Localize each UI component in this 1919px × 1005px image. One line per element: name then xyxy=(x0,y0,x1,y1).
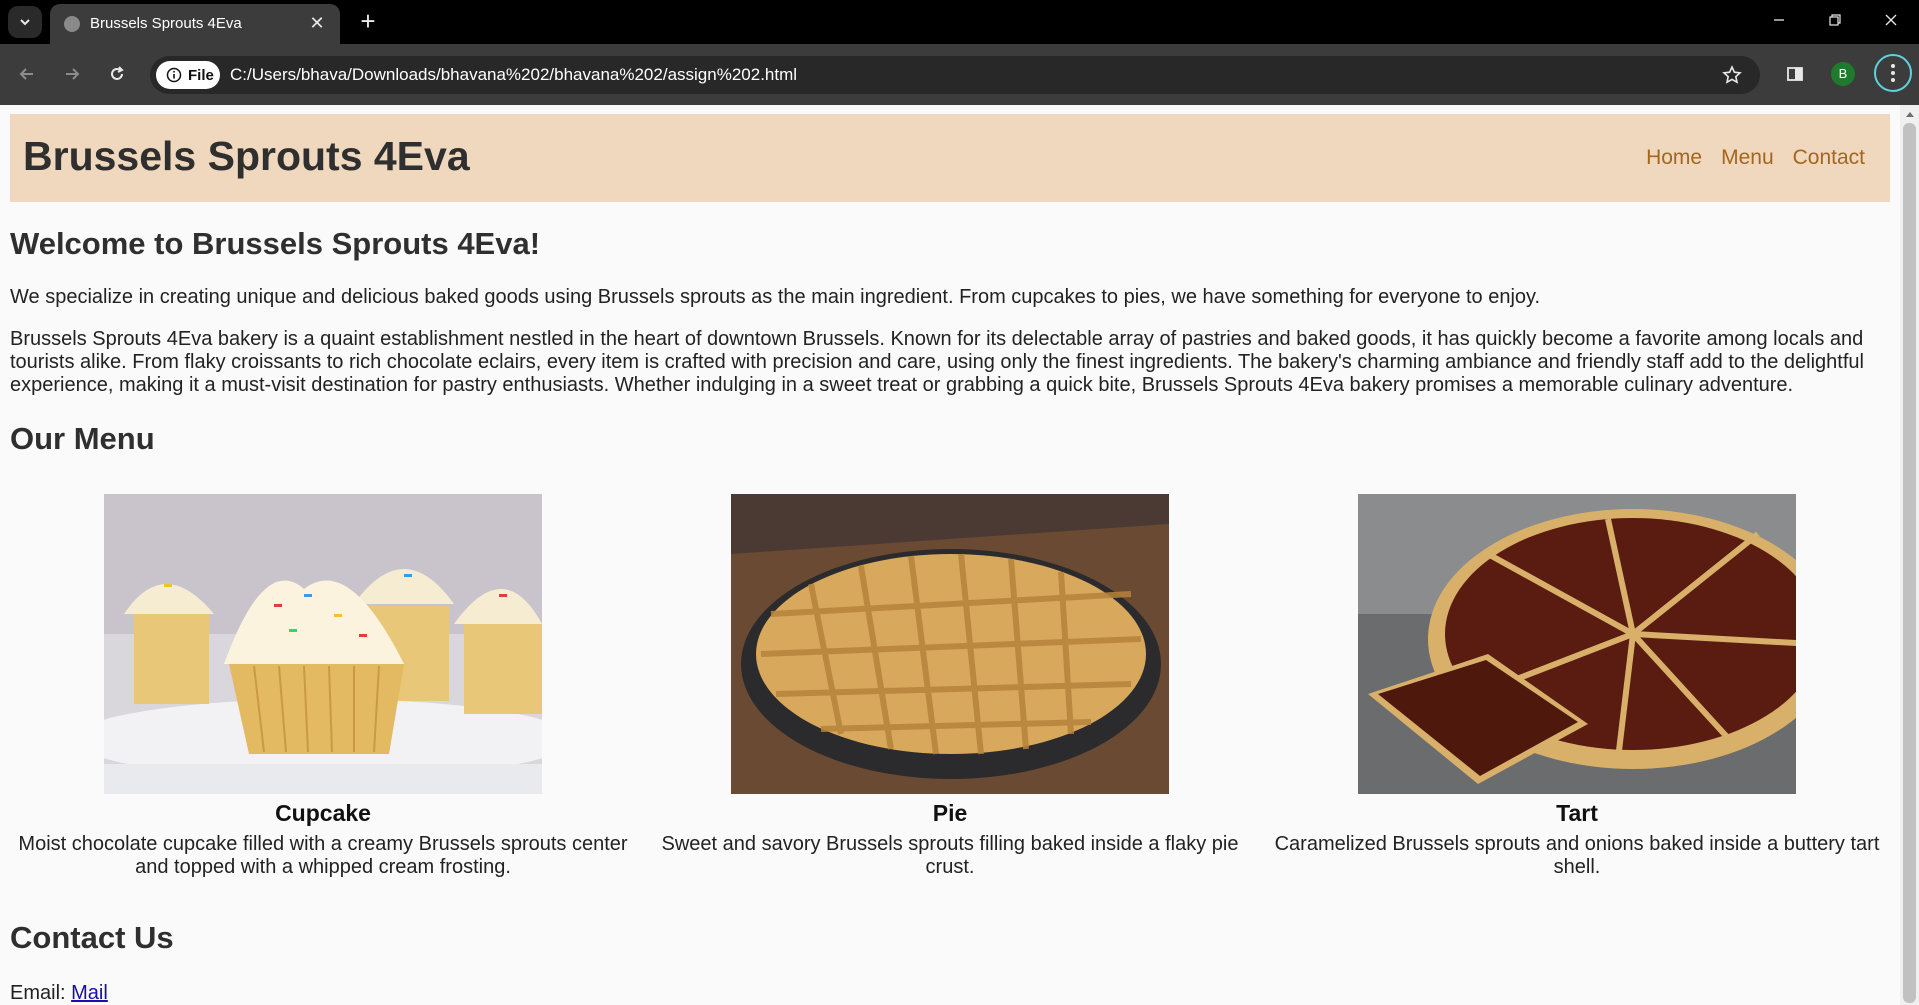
address-bar[interactable]: File C:/Users/bhava/Downloads/bhavana%20… xyxy=(150,56,1760,94)
back-button[interactable] xyxy=(10,57,44,91)
page-viewport: Brussels Sprouts 4Eva Home Menu Contact … xyxy=(0,105,1900,1005)
side-panel-button[interactable] xyxy=(1778,57,1812,91)
site-chip-label: File xyxy=(188,66,214,84)
arrow-right-icon xyxy=(66,68,80,80)
browser-menu-button[interactable] xyxy=(1874,54,1912,92)
scroll-up-arrow[interactable] xyxy=(1900,107,1919,121)
menu-item-name: Pie xyxy=(932,800,968,826)
menu-item-description: Caramelized Brussels sprouts and onions … xyxy=(1274,833,1880,878)
arrow-left-icon xyxy=(19,68,33,80)
browser-toolbar: File C:/Users/bhava/Downloads/bhavana%20… xyxy=(0,44,1919,105)
menu-item-pie: Pie Sweet and savory Brussels sprouts fi… xyxy=(637,494,1263,879)
cupcake-image xyxy=(104,494,542,794)
close-tab-icon[interactable]: ✕ xyxy=(306,12,328,34)
site-info-chip[interactable]: File xyxy=(156,61,220,89)
menu-item-name: Tart xyxy=(1556,800,1598,826)
tab-title: Brussels Sprouts 4Eva xyxy=(90,15,242,32)
restore-icon xyxy=(1829,14,1841,26)
menu-heading: Our Menu xyxy=(10,421,155,456)
menu-item-cupcake: Cupcake Moist chocolate cupcake filled w… xyxy=(10,494,636,879)
forward-button[interactable] xyxy=(55,57,89,91)
nav-link-contact[interactable]: Contact xyxy=(1793,146,1865,170)
page-scrollbar[interactable] xyxy=(1900,105,1919,1005)
contact-heading: Contact Us xyxy=(10,920,174,955)
bookmark-star-button[interactable] xyxy=(1720,63,1744,87)
site-nav: Home Menu Contact xyxy=(1646,146,1865,170)
email-link[interactable]: Mail xyxy=(71,982,108,1004)
welcome-heading: Welcome to Brussels Sprouts 4Eva! xyxy=(10,226,541,261)
pie-image xyxy=(731,494,1169,794)
info-icon xyxy=(166,67,182,83)
url-text[interactable]: C:/Users/bhava/Downloads/bhavana%202/bha… xyxy=(230,65,797,85)
close-icon xyxy=(1885,14,1897,26)
chevron-down-icon xyxy=(20,19,30,26)
site-header: Brussels Sprouts 4Eva Home Menu Contact xyxy=(10,114,1890,202)
tart-image xyxy=(1358,494,1796,794)
tab-strip: Brussels Sprouts 4Eva ✕ + xyxy=(0,0,1919,44)
menu-item-description: Sweet and savory Brussels sprouts fillin… xyxy=(661,833,1239,878)
menu-item-tart: Tart Caramelized Brussels sprouts and on… xyxy=(1264,494,1890,879)
side-panel-icon xyxy=(1787,67,1803,81)
site-title: Brussels Sprouts 4Eva xyxy=(23,133,470,179)
restore-button[interactable] xyxy=(1807,0,1863,40)
minimize-icon xyxy=(1774,19,1784,21)
star-icon xyxy=(1722,65,1742,84)
reload-button[interactable] xyxy=(100,57,134,91)
active-tab[interactable]: Brussels Sprouts 4Eva ✕ xyxy=(50,4,340,44)
intro-paragraph: We specialize in creating unique and del… xyxy=(10,286,1541,308)
email-line: Email: Mail xyxy=(10,982,108,1005)
profile-avatar[interactable]: B xyxy=(1831,62,1855,86)
email-label: Email: xyxy=(10,982,66,1004)
globe-icon xyxy=(64,16,80,32)
tab-search-button[interactable] xyxy=(8,6,42,38)
reload-icon xyxy=(111,66,124,80)
menu-item-description: Moist chocolate cupcake filled with a cr… xyxy=(18,833,628,878)
nav-link-menu[interactable]: Menu xyxy=(1721,146,1774,170)
minimize-button[interactable] xyxy=(1751,0,1807,40)
new-tab-button[interactable]: + xyxy=(352,6,384,38)
kebab-menu-icon xyxy=(1891,64,1895,82)
about-paragraph: Brussels Sprouts 4Eva bakery is a quaint… xyxy=(10,328,1864,396)
close-window-button[interactable] xyxy=(1863,0,1919,40)
menu-grid: Cupcake Moist chocolate cupcake filled w… xyxy=(10,494,1890,884)
nav-link-home[interactable]: Home xyxy=(1646,146,1702,170)
menu-item-name: Cupcake xyxy=(275,800,371,826)
caret-up-icon xyxy=(1905,112,1914,117)
scroll-thumb[interactable] xyxy=(1903,123,1916,1003)
